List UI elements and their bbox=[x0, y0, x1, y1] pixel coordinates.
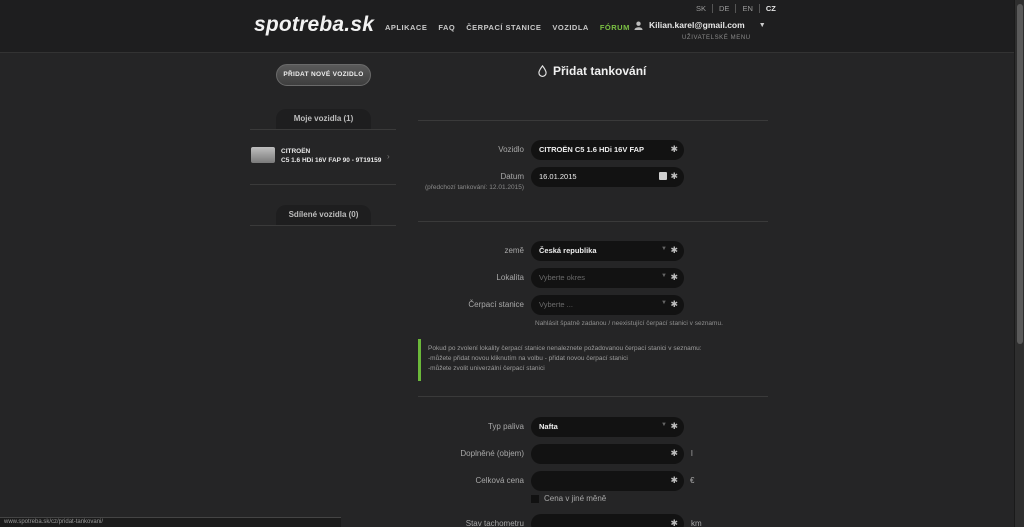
other-currency-checkbox[interactable] bbox=[531, 495, 539, 503]
vehicle-label: Vozidlo bbox=[498, 145, 524, 154]
nav-aplikace[interactable]: APLIKACE bbox=[385, 23, 427, 32]
nav-vozidla[interactable]: VOZIDLA bbox=[552, 23, 588, 32]
vehicle-list-item[interactable]: CITROËN C5 1.6 HDi 16V FAP 90 - 9T19159 … bbox=[250, 143, 396, 181]
country-label: země bbox=[504, 246, 524, 255]
station-select[interactable]: Vyberte ... ▼ ✱ bbox=[531, 295, 684, 315]
volume-label: Doplněné (objem) bbox=[460, 449, 524, 458]
locality-select[interactable]: Vyberte okres ▼ ✱ bbox=[531, 268, 684, 288]
fuel-type-value: Nafta bbox=[539, 422, 558, 431]
calendar-icon[interactable] bbox=[659, 172, 667, 180]
required-icon: ✱ bbox=[670, 272, 678, 282]
odometer-label: Stav tachometru bbox=[465, 519, 524, 527]
required-icon: ✱ bbox=[670, 475, 678, 485]
country-select[interactable]: Česká republika ▼ ✱ bbox=[531, 241, 684, 261]
lang-cz[interactable]: CZ bbox=[758, 4, 782, 13]
fuel-drop-icon bbox=[538, 65, 547, 77]
lang-de[interactable]: DE bbox=[712, 4, 735, 13]
vehicle-select-value: CITROËN C5 1.6 HDi 16V FAP bbox=[539, 145, 645, 154]
price-input[interactable]: ✱ bbox=[531, 471, 684, 491]
report-station-link[interactable]: Nahlásit špatně zadanou / neexistující č… bbox=[535, 320, 723, 327]
fuel-type-label: Typ paliva bbox=[487, 422, 524, 431]
station-info-box: Pokud po zvolení lokality čerpací stanic… bbox=[418, 339, 768, 381]
required-icon: ✱ bbox=[670, 171, 678, 181]
required-icon: ✱ bbox=[670, 448, 678, 458]
site-logo[interactable]: spotreba.sk bbox=[254, 13, 374, 37]
info-line: Pokud po zvolení lokality čerpací stanic… bbox=[428, 345, 702, 352]
lang-en[interactable]: EN bbox=[735, 4, 758, 13]
price-label: Celková cena bbox=[475, 476, 524, 485]
locality-label: Lokalita bbox=[496, 273, 524, 282]
nav-cerpaci-stanice[interactable]: ČERPACÍ STANICE bbox=[466, 23, 541, 32]
date-value: 16.01.2015 bbox=[539, 172, 577, 181]
date-field[interactable]: 16.01.2015 ✱ bbox=[531, 167, 684, 187]
vehicle-thumbnail bbox=[251, 147, 275, 163]
language-switcher: SK DE EN CZ bbox=[690, 4, 782, 13]
required-icon: ✱ bbox=[670, 518, 678, 527]
other-currency-label[interactable]: Cena v jiné měně bbox=[544, 494, 606, 503]
previous-refuel-note: (předchozí tankování: 12.01.2015) bbox=[424, 184, 524, 191]
chevron-down-icon: ▼ bbox=[661, 300, 667, 306]
vehicle-model: C5 1.6 HDi 16V FAP 90 - 9T19159 bbox=[281, 156, 382, 164]
country-value: Česká republika bbox=[539, 246, 597, 255]
add-vehicle-button[interactable]: PŘIDAT NOVÉ VOZIDLO bbox=[276, 64, 371, 86]
user-icon bbox=[634, 21, 643, 30]
user-account[interactable]: Kilian.karel@gmail.com ▼ bbox=[634, 20, 766, 30]
required-icon: ✱ bbox=[670, 144, 678, 154]
volume-unit: l bbox=[691, 449, 693, 458]
chevron-down-icon: ▼ bbox=[661, 422, 667, 428]
odometer-input[interactable]: ✱ bbox=[531, 514, 684, 527]
info-line: -můžete zvolit univerzální čerpací stani… bbox=[428, 365, 545, 372]
top-navigation-bar: spotreba.sk APLIKACE FAQ ČERPACÍ STANICE… bbox=[0, 0, 1014, 53]
scrollbar-thumb[interactable] bbox=[1017, 4, 1023, 344]
chevron-right-icon: › bbox=[387, 152, 390, 161]
page-title-text: Přidat tankování bbox=[553, 64, 647, 78]
fuel-type-select[interactable]: Nafta ▼ ✱ bbox=[531, 417, 684, 437]
divider bbox=[250, 184, 396, 185]
vehicle-info: CITROËN C5 1.6 HDi 16V FAP 90 - 9T19159 bbox=[281, 148, 389, 165]
my-vehicles-heading: Moje vozidla (1) bbox=[276, 109, 371, 129]
volume-input[interactable]: ✱ bbox=[531, 444, 684, 464]
page-scrollbar[interactable] bbox=[1014, 0, 1024, 527]
required-icon: ✱ bbox=[670, 245, 678, 255]
station-placeholder: Vyberte ... bbox=[539, 300, 573, 309]
chevron-down-icon: ▼ bbox=[661, 246, 667, 252]
browser-status-bar: www.spotreba.sk/cz/pridat-tankovani/ bbox=[0, 517, 341, 527]
vehicle-select[interactable]: CITROËN C5 1.6 HDi 16V FAP ✱ bbox=[531, 140, 684, 160]
divider bbox=[250, 225, 396, 226]
divider bbox=[250, 129, 396, 130]
user-menu-label[interactable]: UŽIVATELSKÉ MENU bbox=[682, 35, 751, 41]
main-nav: APLIKACE FAQ ČERPACÍ STANICE VOZIDLA FÓR… bbox=[385, 23, 630, 32]
divider bbox=[418, 396, 768, 397]
nav-faq[interactable]: FAQ bbox=[438, 23, 455, 32]
user-email: Kilian.karel@gmail.com bbox=[649, 20, 745, 30]
divider bbox=[418, 120, 768, 121]
chevron-down-icon: ▼ bbox=[661, 273, 667, 279]
divider bbox=[418, 221, 768, 222]
shared-vehicles-heading: Sdílené vozidla (0) bbox=[276, 205, 371, 225]
chevron-down-icon[interactable]: ▼ bbox=[759, 22, 766, 29]
info-line: -můžete přidat novou kliknutím na volbu … bbox=[428, 355, 628, 362]
station-label: Čerpací stanice bbox=[468, 300, 524, 309]
price-unit: € bbox=[690, 476, 695, 485]
locality-placeholder: Vyberte okres bbox=[539, 273, 585, 282]
vehicle-make: CITROËN bbox=[281, 148, 311, 155]
odometer-unit: km bbox=[691, 519, 702, 527]
required-icon: ✱ bbox=[670, 299, 678, 309]
lang-sk[interactable]: SK bbox=[690, 4, 712, 13]
page-title: Přidat tankování bbox=[538, 64, 646, 78]
nav-forum[interactable]: FÓRUM bbox=[600, 23, 630, 32]
date-label: Datum bbox=[500, 172, 524, 181]
required-icon: ✱ bbox=[670, 421, 678, 431]
